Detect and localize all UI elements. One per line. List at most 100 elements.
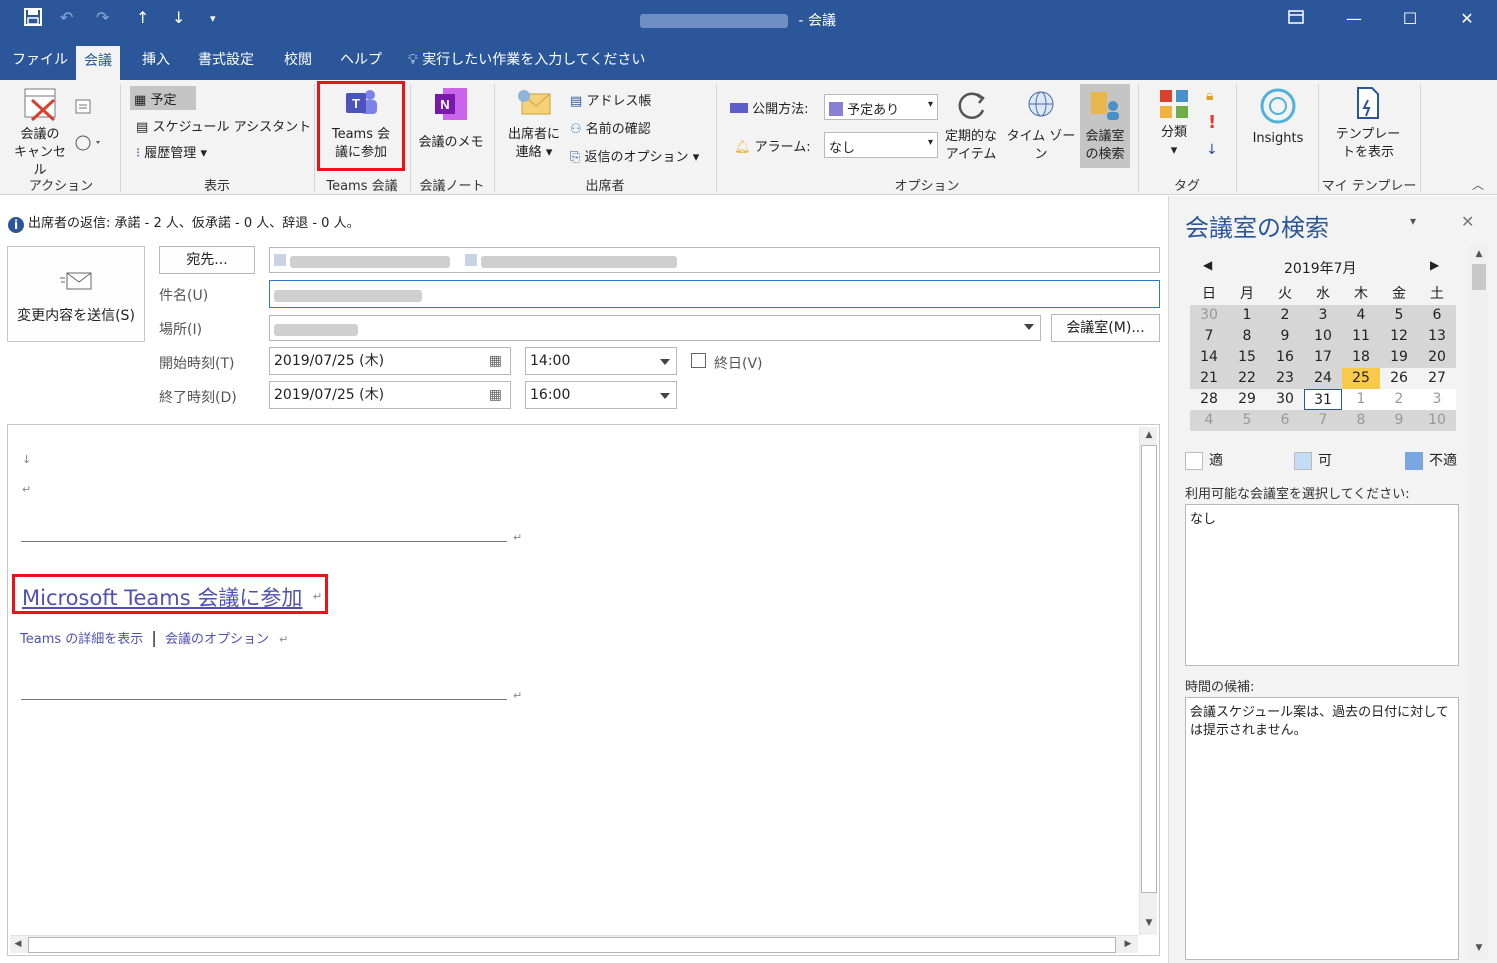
- scroll-up-icon[interactable]: ▲: [1141, 427, 1157, 443]
- calendar-day[interactable]: 5: [1228, 410, 1266, 431]
- calendar-day[interactable]: 28: [1190, 389, 1228, 410]
- calendar-day[interactable]: 29: [1228, 389, 1266, 410]
- prev-month-icon[interactable]: ◀: [1203, 258, 1212, 272]
- pane-options-icon[interactable]: ▾: [1410, 214, 1416, 228]
- message-body-editor[interactable]: ↓ ↵ ↵ ↵ ▲ ▼ ◀ ▶: [7, 424, 1160, 956]
- tab-meeting[interactable]: 会議: [76, 46, 120, 80]
- calendar-day[interactable]: 8: [1228, 326, 1266, 347]
- calendar-day[interactable]: 13: [1418, 326, 1456, 347]
- calendar-icon[interactable]: ▦: [489, 382, 502, 408]
- calendar-day[interactable]: 9: [1380, 410, 1418, 431]
- teams-join-link[interactable]: Microsoft Teams 会議に参加: [22, 582, 302, 612]
- cancel-meeting-button[interactable]: 会議の キャンセル: [8, 86, 72, 180]
- view-templates-button[interactable]: テンプレー トを表示: [1330, 86, 1406, 162]
- calendar-day[interactable]: 4: [1190, 410, 1228, 431]
- scroll-right-icon[interactable]: ▶: [1120, 936, 1136, 952]
- appointment-button[interactable]: ▦ 予定: [130, 86, 196, 110]
- next-month-icon[interactable]: ▶: [1430, 258, 1439, 272]
- scheduling-assistant-button[interactable]: ▤ スケジュール アシスタント: [136, 116, 311, 135]
- scroll-down-icon[interactable]: ▼: [1141, 915, 1157, 931]
- calendar-day[interactable]: 23: [1266, 368, 1304, 389]
- tab-insert[interactable]: 挿入: [134, 40, 178, 80]
- calendar-day[interactable]: 6: [1418, 305, 1456, 326]
- scroll-left-icon[interactable]: ◀: [10, 936, 26, 952]
- categorize-button[interactable]: 分類 ▾: [1150, 88, 1198, 160]
- calendar-day[interactable]: 22: [1228, 368, 1266, 389]
- show-as-select[interactable]: 予定あり ▾: [824, 94, 938, 120]
- meeting-options-link[interactable]: 会議のオプション: [165, 632, 269, 647]
- suggested-times-list[interactable]: 会議スケジュール案は、過去の日付に対しては提示されません。: [1185, 697, 1459, 960]
- collapse-ribbon-icon[interactable]: ︿: [1472, 176, 1484, 193]
- rooms-button[interactable]: 会議室(M)...: [1051, 314, 1160, 342]
- calendar-day[interactable]: 17: [1304, 347, 1342, 368]
- calendar-day[interactable]: 25: [1342, 368, 1380, 389]
- start-date-field[interactable]: 2019/07/25 (木) ▦: [269, 347, 511, 375]
- close-icon[interactable]: ✕: [1444, 6, 1490, 34]
- rooms-list[interactable]: なし: [1185, 504, 1459, 666]
- calendar-day[interactable]: 31: [1304, 389, 1342, 410]
- vertical-scrollbar[interactable]: ▲ ▼: [1139, 427, 1157, 935]
- calendar-day[interactable]: 2: [1380, 389, 1418, 410]
- room-finder-button[interactable]: 会議室 の検索: [1080, 84, 1130, 168]
- private-lock-icon[interactable]: 🔒︎: [1206, 88, 1213, 104]
- send-update-button[interactable]: 変更内容を送信(S): [7, 246, 145, 342]
- time-zones-button[interactable]: タイム ゾーン: [1002, 88, 1080, 164]
- calendar-day[interactable]: 30: [1190, 305, 1228, 326]
- end-time-field[interactable]: 16:00: [525, 381, 677, 409]
- insights-button[interactable]: Insights: [1242, 86, 1314, 148]
- calendar-day[interactable]: 26: [1380, 368, 1418, 389]
- recurrence-button[interactable]: 定期的な アイテム: [940, 88, 1002, 164]
- calendar-day[interactable]: 18: [1342, 347, 1380, 368]
- calendar-day[interactable]: 1: [1228, 305, 1266, 326]
- tab-file[interactable]: ファイル: [4, 40, 76, 80]
- calendar-day[interactable]: 7: [1304, 410, 1342, 431]
- calendar-day[interactable]: 12: [1380, 326, 1418, 347]
- maximize-icon[interactable]: ☐: [1387, 6, 1433, 34]
- save-icon[interactable]: [24, 8, 42, 30]
- meeting-more-icon[interactable]: [74, 134, 104, 156]
- location-field[interactable]: [269, 315, 1041, 341]
- down-arrow-icon[interactable]: ↓: [172, 8, 185, 27]
- calendar-day[interactable]: 8: [1342, 410, 1380, 431]
- calendar-day[interactable]: 30: [1266, 389, 1304, 410]
- close-pane-icon[interactable]: ✕: [1461, 212, 1474, 231]
- calendar-day[interactable]: 21: [1190, 368, 1228, 389]
- tracking-button[interactable]: ⁝ 履歴管理 ▾: [136, 142, 207, 161]
- redo-icon[interactable]: ↷: [96, 8, 109, 27]
- scroll-up-icon[interactable]: ▲: [1471, 246, 1487, 262]
- join-teams-meeting-button[interactable]: T Teams 会 議に参加: [317, 81, 405, 171]
- all-day-checkbox[interactable]: [691, 353, 706, 368]
- response-options-button[interactable]: ⎘ 返信のオプション ▾: [570, 146, 699, 165]
- meeting-notes-button[interactable]: N 会議のメモ: [414, 86, 488, 152]
- tab-format[interactable]: 書式設定: [190, 40, 262, 80]
- ribbon-display-icon[interactable]: [1273, 6, 1319, 34]
- tab-review[interactable]: 校閲: [276, 40, 320, 80]
- reminder-select[interactable]: なし ▾: [824, 132, 938, 158]
- customize-icon[interactable]: ▾: [210, 12, 216, 25]
- low-importance-icon[interactable]: ↓: [1206, 142, 1218, 158]
- calendar-day[interactable]: 3: [1418, 389, 1456, 410]
- minimize-icon[interactable]: —: [1331, 6, 1377, 34]
- tell-me-box[interactable]: 💡︎ 実行したい作業を入力してください: [400, 40, 653, 80]
- calendar-day[interactable]: 27: [1418, 368, 1456, 389]
- calendar-day[interactable]: 16: [1266, 347, 1304, 368]
- end-date-field[interactable]: 2019/07/25 (木) ▦: [269, 381, 511, 409]
- calendar-icon[interactable]: ▦: [489, 348, 502, 374]
- scroll-thumb[interactable]: [28, 937, 1116, 953]
- calendar-day[interactable]: 7: [1190, 326, 1228, 347]
- calendar-day[interactable]: 4: [1342, 305, 1380, 326]
- check-names-button[interactable]: ⚇ 名前の確認: [570, 118, 651, 137]
- calendar-day[interactable]: 15: [1228, 347, 1266, 368]
- to-button[interactable]: 宛先...: [159, 246, 255, 274]
- learn-more-link[interactable]: Teams の詳細を表示: [20, 632, 143, 647]
- pane-scrollbar[interactable]: ▲ ▼: [1470, 246, 1488, 960]
- calendar-day[interactable]: 5: [1380, 305, 1418, 326]
- calendar-day[interactable]: 20: [1418, 347, 1456, 368]
- calendar-day[interactable]: 2: [1266, 305, 1304, 326]
- up-arrow-icon[interactable]: ↑: [136, 8, 149, 27]
- calendar-day[interactable]: 9: [1266, 326, 1304, 347]
- scroll-thumb[interactable]: [1141, 445, 1157, 893]
- calendar-day[interactable]: 19: [1380, 347, 1418, 368]
- to-field[interactable]: [269, 247, 1160, 273]
- scroll-down-icon[interactable]: ▼: [1471, 940, 1487, 956]
